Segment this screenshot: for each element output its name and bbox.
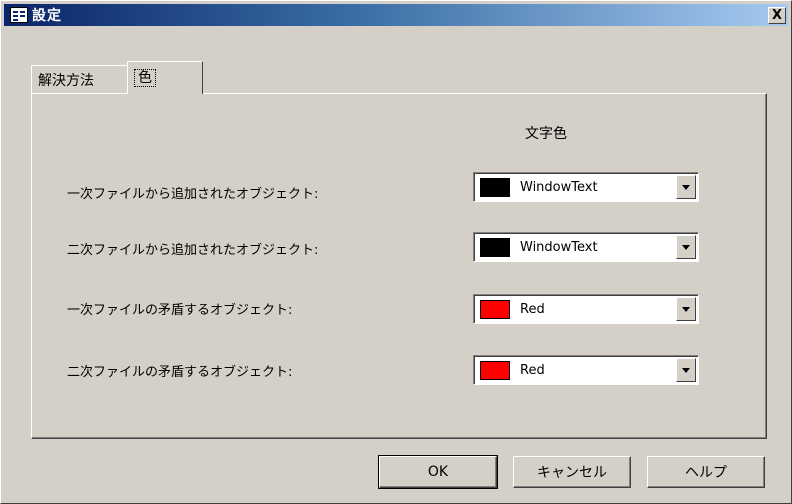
column-header-text-color: 文字色 [525, 126, 567, 142]
tab-color[interactable]: 色 [127, 61, 203, 94]
title-bar[interactable]: 設定 X [4, 4, 788, 26]
dropdown-button[interactable] [676, 235, 696, 259]
color-select-primary-added[interactable]: WindowText [473, 172, 699, 202]
selected-color-name: Red [520, 301, 545, 317]
color-swatch [480, 177, 510, 197]
color-select-primary-conflict[interactable]: Red [473, 294, 699, 324]
color-swatch [480, 237, 510, 257]
tab-panel-color [31, 93, 767, 439]
color-swatch [480, 299, 510, 319]
label-primary-conflict: 一次ファイルの矛盾するオブジェクト: [67, 303, 293, 318]
chevron-down-icon [682, 367, 690, 373]
dropdown-button[interactable] [676, 358, 696, 382]
color-select-secondary-added[interactable]: WindowText [473, 232, 699, 262]
window-app-icon [10, 7, 28, 23]
color-select-secondary-conflict[interactable]: Red [473, 355, 699, 385]
close-button[interactable]: X [768, 7, 786, 24]
cancel-button[interactable]: キャンセル [513, 456, 631, 488]
window-title: 設定 [32, 8, 62, 24]
label-secondary-added: 二次ファイルから追加されたオブジェクト: [67, 243, 319, 258]
help-button[interactable]: ヘルプ [647, 456, 765, 488]
tab-resolution[interactable]: 解決方法 [31, 65, 129, 93]
chevron-down-icon [682, 244, 690, 250]
selected-color-name: WindowText [520, 179, 598, 195]
selected-color-name: Red [520, 362, 545, 378]
label-secondary-conflict: 二次ファイルの矛盾するオブジェクト: [67, 365, 293, 380]
tab-label: 色 [134, 69, 156, 87]
settings-dialog: 設定 X 解決方法 色 文字色 一次ファイルから追加されたオブジェクト: Win… [0, 0, 792, 504]
tab-label: 解決方法 [38, 73, 94, 89]
label-primary-added: 一次ファイルから追加されたオブジェクト: [67, 187, 319, 202]
chevron-down-icon [682, 184, 690, 190]
close-icon: X [771, 8, 783, 23]
selected-color-name: WindowText [520, 239, 598, 255]
ok-button[interactable]: OK [378, 455, 498, 489]
dropdown-button[interactable] [676, 297, 696, 321]
chevron-down-icon [682, 306, 690, 312]
dropdown-button[interactable] [676, 175, 696, 199]
color-swatch [480, 360, 510, 380]
